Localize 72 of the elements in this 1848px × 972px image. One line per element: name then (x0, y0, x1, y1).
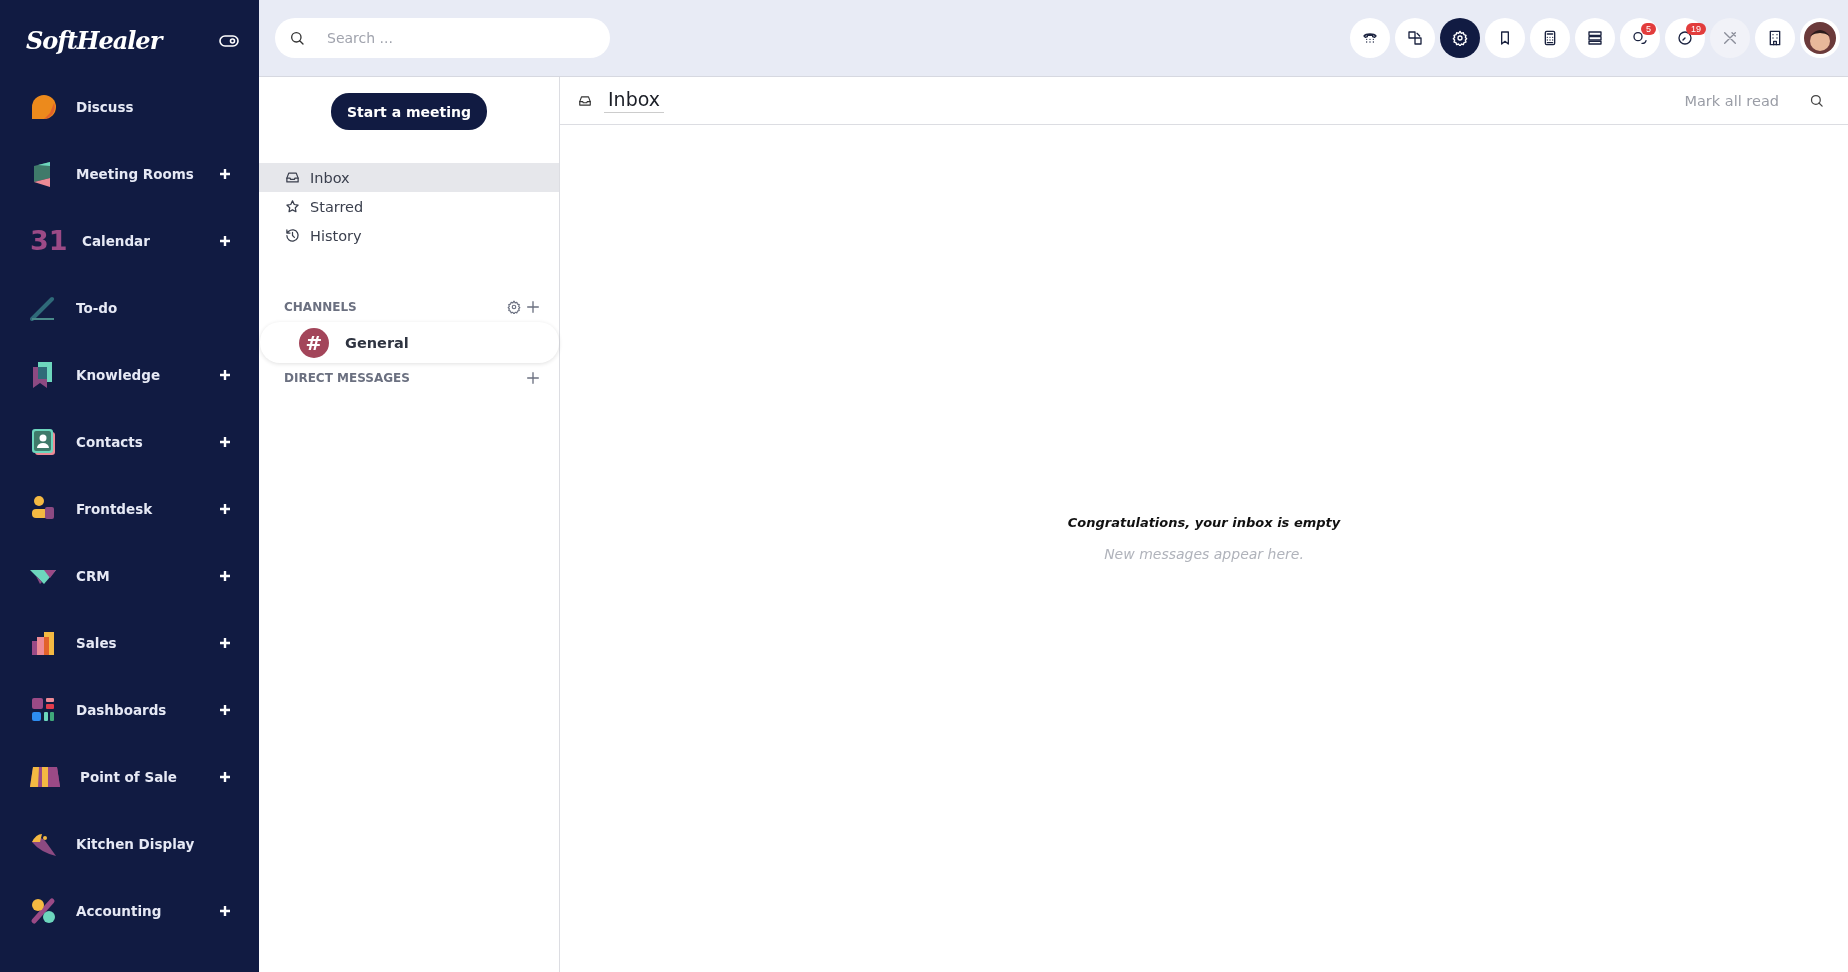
add-icon (525, 299, 541, 315)
sidebar-item[interactable]: Calendar (82, 232, 219, 249)
sidebar-item[interactable]: Knowledge (76, 366, 219, 383)
section-title: DIRECT MESSAGES (284, 371, 411, 385)
toolbar-button[interactable] (1395, 18, 1435, 58)
add-icon[interactable] (219, 234, 231, 247)
percent-icon (30, 896, 56, 925)
sidebar-item[interactable]: CRM (76, 567, 219, 584)
toolbar-button[interactable] (1440, 18, 1480, 58)
search-icon (1809, 93, 1824, 108)
toolbar-button[interactable] (1755, 18, 1795, 58)
sidebar-item[interactable]: Frontdesk (76, 500, 219, 517)
calculator-icon (1542, 30, 1558, 46)
sidebar-item[interactable]: Discuss (76, 98, 231, 115)
count-badge: 19 (1686, 23, 1706, 35)
add-icon[interactable] (219, 703, 231, 716)
add-icon[interactable] (219, 435, 231, 448)
toolbar-button[interactable] (1800, 18, 1840, 58)
avatar-icon (1804, 22, 1836, 54)
add-icon (525, 370, 541, 386)
add-icon[interactable] (219, 904, 231, 917)
dashboard-tiles-icon (30, 695, 56, 724)
sidebar-item[interactable]: Accounting (76, 902, 219, 919)
sidebar-item[interactable]: Meeting Rooms (76, 165, 219, 182)
toolbar-button[interactable]: 19 (1665, 18, 1705, 58)
toolbar-button[interactable] (1485, 18, 1525, 58)
nav-item[interactable]: Inbox (259, 163, 559, 192)
section-title: CHANNELS (284, 300, 358, 314)
settings-button[interactable] (505, 300, 523, 314)
page-title: Inbox (604, 88, 664, 113)
toolbar-button[interactable] (1575, 18, 1615, 58)
count-badge: 5 (1641, 23, 1656, 35)
add-icon[interactable] (219, 636, 231, 649)
add-icon[interactable] (219, 569, 231, 582)
add-icon[interactable] (219, 502, 231, 515)
sidebar-item[interactable]: Contacts (76, 433, 219, 450)
toolbar-button[interactable] (1530, 18, 1570, 58)
brand-logo: SoftHealer (26, 26, 162, 55)
empty-state-hint: New messages appear here. (1104, 546, 1304, 562)
server-icon (1587, 30, 1603, 46)
sidebar-item[interactable]: Sales (76, 634, 219, 651)
inbox-icon (578, 93, 592, 108)
sidebar-item[interactable]: Kitchen Display (76, 835, 231, 852)
sidebar-item[interactable]: Point of Sale (80, 768, 219, 785)
phone-icon (1362, 30, 1378, 46)
sidebar-item[interactable]: To-do (76, 299, 231, 316)
sidebar-item[interactable]: Dashboards (76, 701, 219, 718)
channel-item[interactable]: # General (260, 322, 559, 363)
add-icon[interactable] (219, 167, 231, 180)
add-icon[interactable] (219, 770, 231, 783)
chat-icon (1632, 30, 1648, 46)
channel-name: General (345, 334, 409, 351)
start-meeting-button[interactable]: Start a meeting (330, 93, 488, 130)
toolbar-button[interactable]: 5 (1620, 18, 1660, 58)
contact-card-icon (30, 427, 56, 456)
search-field[interactable]: Search ... (275, 18, 610, 58)
nav-item[interactable]: Starred (259, 192, 559, 221)
history-icon (285, 228, 300, 243)
inbox-icon (285, 170, 300, 185)
speech-bubble-icon (30, 92, 56, 121)
channel-icon: # (299, 327, 329, 358)
toggle-icon[interactable] (219, 34, 239, 47)
clock-icon (1677, 30, 1693, 46)
settings-icon (1452, 30, 1468, 46)
add-icon[interactable] (219, 368, 231, 381)
empty-state-title: Congratulations, your inbox is empty (1067, 515, 1341, 530)
building-icon (1767, 30, 1783, 46)
tools-icon (1722, 30, 1738, 46)
settings-icon (507, 300, 521, 314)
nav-item[interactable]: History (259, 221, 559, 250)
star-icon (285, 199, 300, 214)
search-icon (289, 30, 305, 46)
